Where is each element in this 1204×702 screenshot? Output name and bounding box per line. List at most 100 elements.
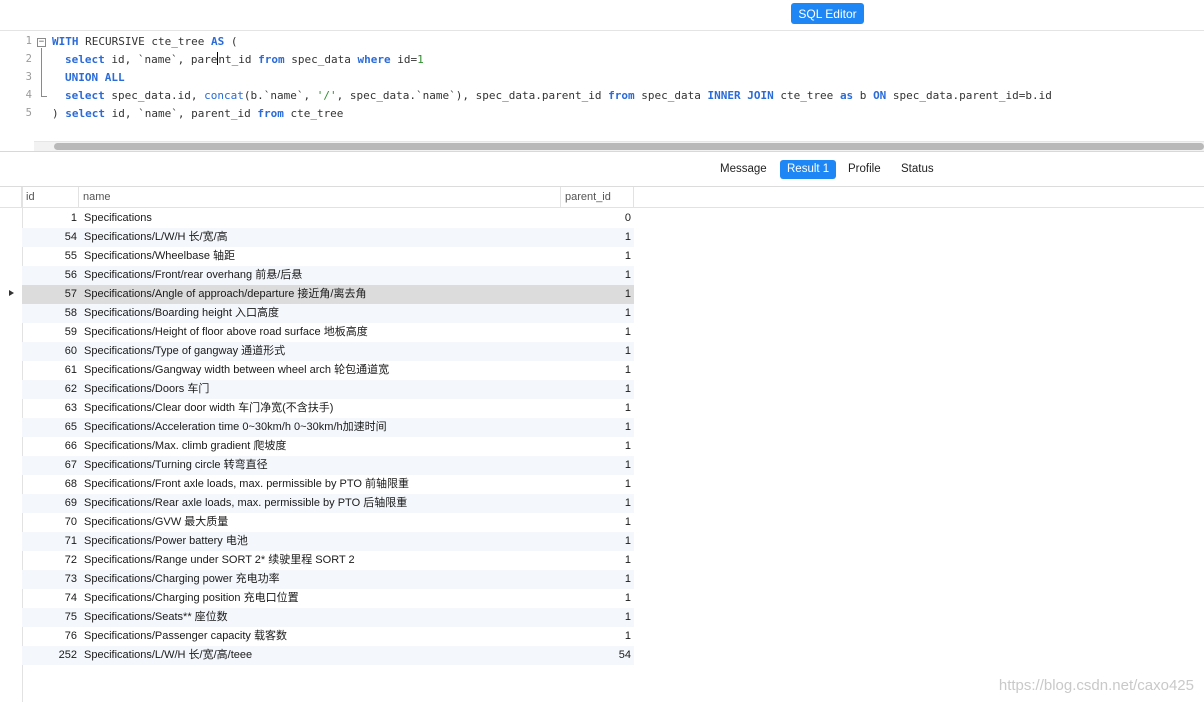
cell-id[interactable]: 70	[22, 513, 77, 532]
cell-name[interactable]: Specifications/GVW 最大质量	[84, 513, 559, 532]
cell-id[interactable]: 68	[22, 475, 77, 494]
cell-name[interactable]: Specifications/Front axle loads, max. pe…	[84, 475, 559, 494]
cell-id[interactable]: 54	[22, 228, 77, 247]
cell-parent-id[interactable]: 1	[562, 513, 631, 532]
cell-id[interactable]: 72	[22, 551, 77, 570]
cell-parent-id[interactable]: 1	[562, 399, 631, 418]
cell-parent-id[interactable]: 54	[562, 646, 631, 665]
cell-name[interactable]: Specifications/L/W/H 长/宽/高/teee	[84, 646, 559, 665]
cell-id[interactable]: 65	[22, 418, 77, 437]
cell-id[interactable]: 76	[22, 627, 77, 646]
table-row[interactable]: 59 Specifications/Height of floor above r…	[0, 323, 1204, 342]
cell-id[interactable]: 55	[22, 247, 77, 266]
cell-parent-id[interactable]: 1	[562, 323, 631, 342]
tab-result-1[interactable]: Result 1	[780, 160, 837, 179]
cell-name[interactable]: Specifications/Max. climb gradient 爬坡度	[84, 437, 559, 456]
tab-status[interactable]: Status	[894, 160, 941, 179]
cell-parent-id[interactable]: 1	[562, 361, 631, 380]
cell-id[interactable]: 57	[22, 285, 77, 304]
table-row[interactable]: 252 Specifications/L/W/H 长/宽/高/teee 54	[0, 646, 1204, 665]
cell-parent-id[interactable]: 1	[562, 608, 631, 627]
cell-id[interactable]: 62	[22, 380, 77, 399]
cell-name[interactable]: Specifications/Rear axle loads, max. per…	[84, 494, 559, 513]
cell-name[interactable]: Specifications/Power battery 电池	[84, 532, 559, 551]
sql-editor-button[interactable]: SQL Editor	[791, 3, 864, 24]
cell-name[interactable]: Specifications/Doors 车门	[84, 380, 559, 399]
cell-id[interactable]: 73	[22, 570, 77, 589]
cell-parent-id[interactable]: 1	[562, 627, 631, 646]
cell-parent-id[interactable]: 1	[562, 437, 631, 456]
table-row[interactable]: 55 Specifications/Wheelbase 轴距 1	[0, 247, 1204, 266]
table-row[interactable]: 58 Specifications/Boarding height 入口高度 1	[0, 304, 1204, 323]
cell-name[interactable]: Specifications/Acceleration time 0~30km/…	[84, 418, 559, 437]
cell-name[interactable]: Specifications/Angle of approach/departu…	[84, 285, 559, 304]
cell-id[interactable]: 60	[22, 342, 77, 361]
table-row[interactable]: 70 Specifications/GVW 最大质量 1	[0, 513, 1204, 532]
cell-parent-id[interactable]: 1	[562, 570, 631, 589]
sql-editor[interactable]: 1 2 3 4 5 − WITH RECURSIVE cte_tree AS (…	[0, 30, 1204, 151]
cell-parent-id[interactable]: 1	[562, 418, 631, 437]
cell-id[interactable]: 69	[22, 494, 77, 513]
cell-parent-id[interactable]: 1	[562, 532, 631, 551]
cell-name[interactable]: Specifications/Seats** 座位数	[84, 608, 559, 627]
scrollbar-thumb[interactable]	[54, 143, 1204, 150]
cell-parent-id[interactable]: 1	[562, 494, 631, 513]
cell-name[interactable]: Specifications/Turning circle 转弯直径	[84, 456, 559, 475]
cell-id[interactable]: 71	[22, 532, 77, 551]
cell-id[interactable]: 59	[22, 323, 77, 342]
table-row[interactable]: 54 Specifications/L/W/H 长/宽/高 1	[0, 228, 1204, 247]
table-row[interactable]: 1 Specifications 0	[0, 209, 1204, 228]
cell-name[interactable]: Specifications/Clear door width 车门净宽(不含扶…	[84, 399, 559, 418]
cell-parent-id[interactable]: 1	[562, 228, 631, 247]
table-row[interactable]: 57 Specifications/Angle of approach/depar…	[0, 285, 1204, 304]
cell-parent-id[interactable]: 1	[562, 247, 631, 266]
cell-name[interactable]: Specifications/Type of gangway 通道形式	[84, 342, 559, 361]
cell-id[interactable]: 56	[22, 266, 77, 285]
cell-parent-id[interactable]: 0	[562, 209, 631, 228]
cell-parent-id[interactable]: 1	[562, 551, 631, 570]
cell-id[interactable]: 66	[22, 437, 77, 456]
cell-parent-id[interactable]: 1	[562, 285, 631, 304]
horizontal-scrollbar[interactable]	[34, 141, 1204, 151]
table-row[interactable]: 72 Specifications/Range under SORT 2* 续驶里…	[0, 551, 1204, 570]
table-row[interactable]: 66 Specifications/Max. climb gradient 爬坡度…	[0, 437, 1204, 456]
cell-id[interactable]: 1	[22, 209, 77, 228]
cell-name[interactable]: Specifications	[84, 209, 559, 228]
table-row[interactable]: 65 Specifications/Acceleration time 0~30k…	[0, 418, 1204, 437]
cell-name[interactable]: Specifications/Passenger capacity 载客数	[84, 627, 559, 646]
cell-name[interactable]: Specifications/L/W/H 长/宽/高	[84, 228, 559, 247]
cell-name[interactable]: Specifications/Height of floor above roa…	[84, 323, 559, 342]
table-row[interactable]: 61 Specifications/Gangway width between w…	[0, 361, 1204, 380]
table-row[interactable]: 60 Specifications/Type of gangway 通道形式 1	[0, 342, 1204, 361]
column-header-id[interactable]: id	[22, 187, 79, 207]
fold-toggle-icon[interactable]: −	[37, 38, 46, 47]
cell-parent-id[interactable]: 1	[562, 475, 631, 494]
cell-id[interactable]: 252	[22, 646, 77, 665]
cell-name[interactable]: Specifications/Charging position 充电口位置	[84, 589, 559, 608]
cell-id[interactable]: 58	[22, 304, 77, 323]
table-row[interactable]: 71 Specifications/Power battery 电池 1	[0, 532, 1204, 551]
result-grid[interactable]: id name parent_id 1 Specifications 0 54 Spec…	[0, 187, 1204, 702]
table-row[interactable]: 74 Specifications/Charging position 充电口位置…	[0, 589, 1204, 608]
cell-parent-id[interactable]: 1	[562, 589, 631, 608]
cell-name[interactable]: Specifications/Front/rear overhang 前悬/后悬	[84, 266, 559, 285]
cell-name[interactable]: Specifications/Boarding height 入口高度	[84, 304, 559, 323]
cell-id[interactable]: 74	[22, 589, 77, 608]
table-row[interactable]: 56 Specifications/Front/rear overhang 前悬/…	[0, 266, 1204, 285]
table-row[interactable]: 67 Specifications/Turning circle 转弯直径 1	[0, 456, 1204, 475]
table-row[interactable]: 63 Specifications/Clear door width 车门净宽(不…	[0, 399, 1204, 418]
cell-name[interactable]: Specifications/Charging power 充电功率	[84, 570, 559, 589]
tab-profile[interactable]: Profile	[841, 160, 888, 179]
table-row[interactable]: 73 Specifications/Charging power 充电功率 1	[0, 570, 1204, 589]
column-header-name[interactable]: name	[79, 187, 561, 207]
cell-parent-id[interactable]: 1	[562, 380, 631, 399]
cell-id[interactable]: 75	[22, 608, 77, 627]
cell-parent-id[interactable]: 1	[562, 342, 631, 361]
table-row[interactable]: 62 Specifications/Doors 车门 1	[0, 380, 1204, 399]
table-row[interactable]: 76 Specifications/Passenger capacity 载客数 1	[0, 627, 1204, 646]
cell-name[interactable]: Specifications/Wheelbase 轴距	[84, 247, 559, 266]
cell-parent-id[interactable]: 1	[562, 304, 631, 323]
cell-parent-id[interactable]: 1	[562, 456, 631, 475]
tab-message[interactable]: Message	[713, 160, 774, 179]
table-row[interactable]: 68 Specifications/Front axle loads, max. …	[0, 475, 1204, 494]
